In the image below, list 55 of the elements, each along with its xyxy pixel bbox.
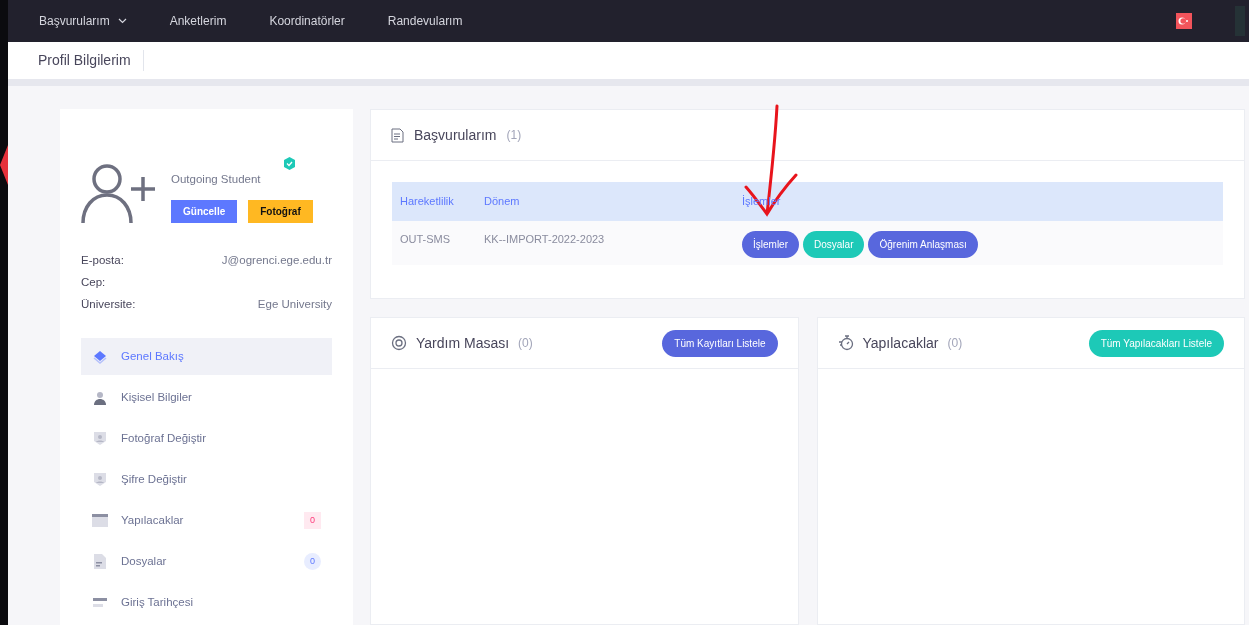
document-icon	[391, 127, 404, 143]
field-label: Cep:	[81, 275, 106, 290]
menu-label: Fotoğraf Değiştir	[121, 430, 207, 446]
menu-label: Genel Bakış	[121, 348, 185, 364]
menu-label: Yapılacaklar	[121, 512, 185, 528]
menu-item[interactable]: Kişisel Bilgiler	[81, 379, 332, 416]
action-button[interactable]: Öğrenim Anlaşması	[868, 231, 978, 258]
card-title: Yardım Masası	[416, 333, 510, 353]
table-cell-text: OUT-SMS	[400, 232, 452, 247]
lifebuoy-icon	[391, 335, 407, 351]
count-badge: 0	[304, 511, 321, 530]
count-label: (0)	[518, 335, 534, 352]
card-title: Başvurularım	[414, 125, 497, 145]
add-user-icon	[81, 163, 157, 225]
shield-icon	[93, 472, 107, 487]
menu-label: Dosyalar	[121, 553, 168, 569]
flag-icon[interactable]	[1176, 12, 1192, 29]
nav-link[interactable]: Randevularım	[387, 11, 463, 30]
field-label: E-posta:	[81, 253, 124, 268]
field-value: J@ogrenci.ege.edu.tr	[221, 253, 332, 268]
file-icon	[94, 554, 106, 569]
chevron-icon[interactable]	[0, 145, 8, 185]
menu-item[interactable]: Fotoğraf Değiştir	[81, 420, 332, 457]
count-badge: 0	[304, 552, 321, 571]
stopwatch-icon	[837, 335, 854, 351]
photo-button[interactable]: Fotoğraf	[248, 200, 313, 224]
update-button[interactable]: Güncelle	[171, 200, 237, 224]
shield-icon	[93, 431, 107, 446]
column-header: Dönem	[484, 194, 521, 210]
column-header: Hareketlilik	[400, 194, 455, 210]
nav-link[interactable]: Koordinatörler	[269, 11, 345, 30]
person-icon	[93, 390, 107, 405]
action-button[interactable]: İşlemler	[742, 231, 799, 258]
table-cell-text: KK--IMPORT-2022-2023	[484, 232, 606, 247]
list-all-button[interactable]: Tüm Kayıtları Listele	[662, 329, 778, 357]
list-icon	[93, 597, 107, 608]
menu-item[interactable]: Yapılacaklar 0	[81, 502, 332, 539]
menu-label: Kişisel Bilgiler	[121, 389, 193, 405]
menu-item[interactable]: Şifre Değiştir	[81, 461, 332, 498]
menu-item[interactable]: Genel Bakış	[81, 338, 332, 375]
menu-label: Giriş Tarihçesi	[121, 594, 194, 610]
card-title: Yapılacaklar	[862, 333, 939, 353]
count-label: (1)	[506, 127, 522, 144]
nav-link[interactable]: Anketlerim	[169, 11, 227, 30]
user-role: Outgoing Student	[171, 172, 262, 187]
nav-link[interactable]: Başvurularım	[39, 11, 127, 30]
card-icon	[92, 514, 108, 527]
count-label: (0)	[947, 335, 964, 352]
menu-label: Şifre Değiştir	[121, 471, 188, 487]
menu-item[interactable]: Dosyalar 0	[81, 543, 332, 580]
field-label: Üniversite:	[81, 297, 136, 312]
menu-item[interactable]: Giriş Tarihçesi	[81, 584, 332, 621]
field-value: Ege University	[257, 297, 332, 312]
layers-icon	[93, 349, 107, 364]
page-title: Profil Bilgilerim	[38, 49, 144, 71]
